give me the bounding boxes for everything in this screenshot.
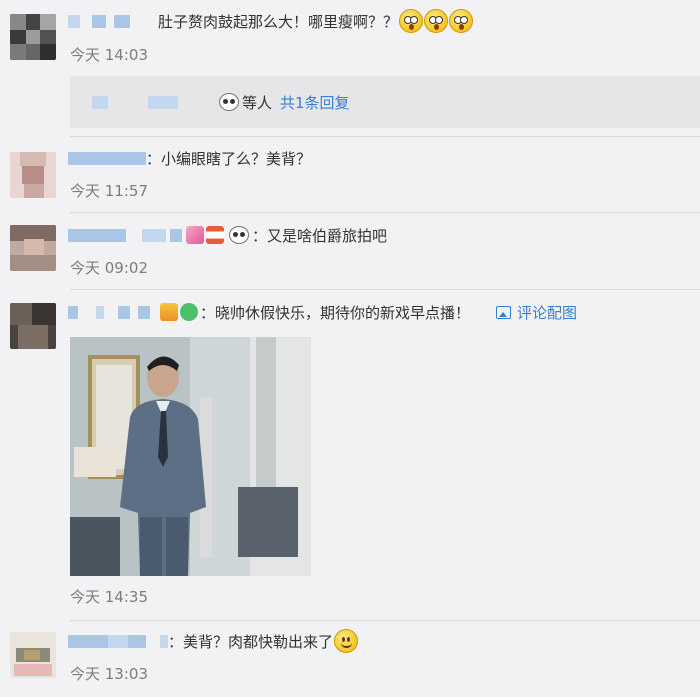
shocked-face-icon	[449, 9, 474, 33]
username[interactable]	[118, 305, 130, 319]
divider	[70, 620, 700, 621]
replier-name[interactable]	[92, 95, 108, 109]
level-badge-icon	[160, 303, 178, 321]
username[interactable]	[170, 228, 182, 242]
comment-time: 今天 09:02	[70, 259, 148, 277]
shocked-face-icon	[399, 9, 424, 33]
replier-name[interactable]	[148, 95, 178, 109]
view-replies-link[interactable]: 共1条回复	[280, 92, 350, 113]
avatar[interactable]	[10, 632, 56, 678]
username[interactable]	[128, 634, 146, 648]
shocked-face-icon	[424, 9, 449, 33]
username[interactable]	[160, 634, 168, 648]
username[interactable]	[114, 14, 130, 28]
name-separator: ：	[168, 632, 184, 651]
bunny-badge-icon	[186, 226, 204, 244]
username[interactable]	[92, 14, 106, 28]
divider	[70, 136, 700, 137]
comment-line: ： 小编眼瞎了么？美背？	[68, 145, 311, 171]
username[interactable]	[142, 228, 166, 242]
username[interactable]	[68, 305, 78, 319]
username[interactable]	[68, 151, 146, 165]
name-separator: ：	[252, 226, 268, 245]
hourglass-badge-icon	[206, 226, 224, 244]
smiling-face-icon	[334, 629, 359, 653]
username[interactable]	[138, 305, 150, 319]
comment-text: 晓帅休假快乐，期待你的新戏早点播！	[215, 303, 471, 322]
reply-suffix: 等人	[242, 93, 273, 112]
avatar[interactable]	[10, 152, 56, 198]
divider	[70, 289, 700, 290]
avatar[interactable]	[10, 14, 56, 60]
divider	[70, 212, 700, 213]
comment-time: 今天 14:03	[70, 46, 148, 64]
panda-icon	[219, 93, 239, 111]
comment-image-link[interactable]: 评论配图	[517, 302, 577, 323]
comment-text: 又是啥伯爵旅拍吧	[267, 226, 388, 245]
comment-time: 今天 13:03	[70, 665, 148, 683]
username[interactable]	[68, 14, 80, 28]
comment-time: 今天 14:35	[70, 588, 148, 606]
comment-text: 美背？肉都快勒出来了	[183, 632, 334, 651]
comment-line: ： 美背？肉都快勒出来了	[68, 628, 359, 654]
comment-text: 小编眼瞎了么？美背？	[161, 149, 312, 168]
comment-line: ： 晓帅休假快乐，期待你的新戏早点播！ 评论配图	[68, 299, 577, 325]
heart-badge-icon	[180, 303, 198, 321]
username[interactable]	[108, 634, 128, 648]
photo-illustration	[70, 337, 311, 576]
avatar[interactable]	[10, 225, 56, 271]
comment-photo[interactable]	[70, 337, 311, 576]
username[interactable]	[68, 228, 126, 242]
panda-icon	[229, 226, 249, 244]
image-icon[interactable]	[496, 305, 512, 319]
name-separator: ：	[146, 149, 162, 168]
comment-line: 肚子赘肉鼓起那么大！哪里瘦啊？？	[68, 8, 474, 34]
name-separator: ：	[200, 303, 216, 322]
comment-line: ： 又是啥伯爵旅拍吧	[68, 222, 387, 248]
username[interactable]	[96, 305, 104, 319]
reply-summary[interactable]: 等人 共1条回复	[70, 76, 700, 128]
avatar[interactable]	[10, 303, 56, 349]
comment-text: 肚子赘肉鼓起那么大！哪里瘦啊？？	[158, 12, 399, 31]
comment-time: 今天 11:57	[70, 182, 148, 200]
username[interactable]	[68, 634, 108, 648]
